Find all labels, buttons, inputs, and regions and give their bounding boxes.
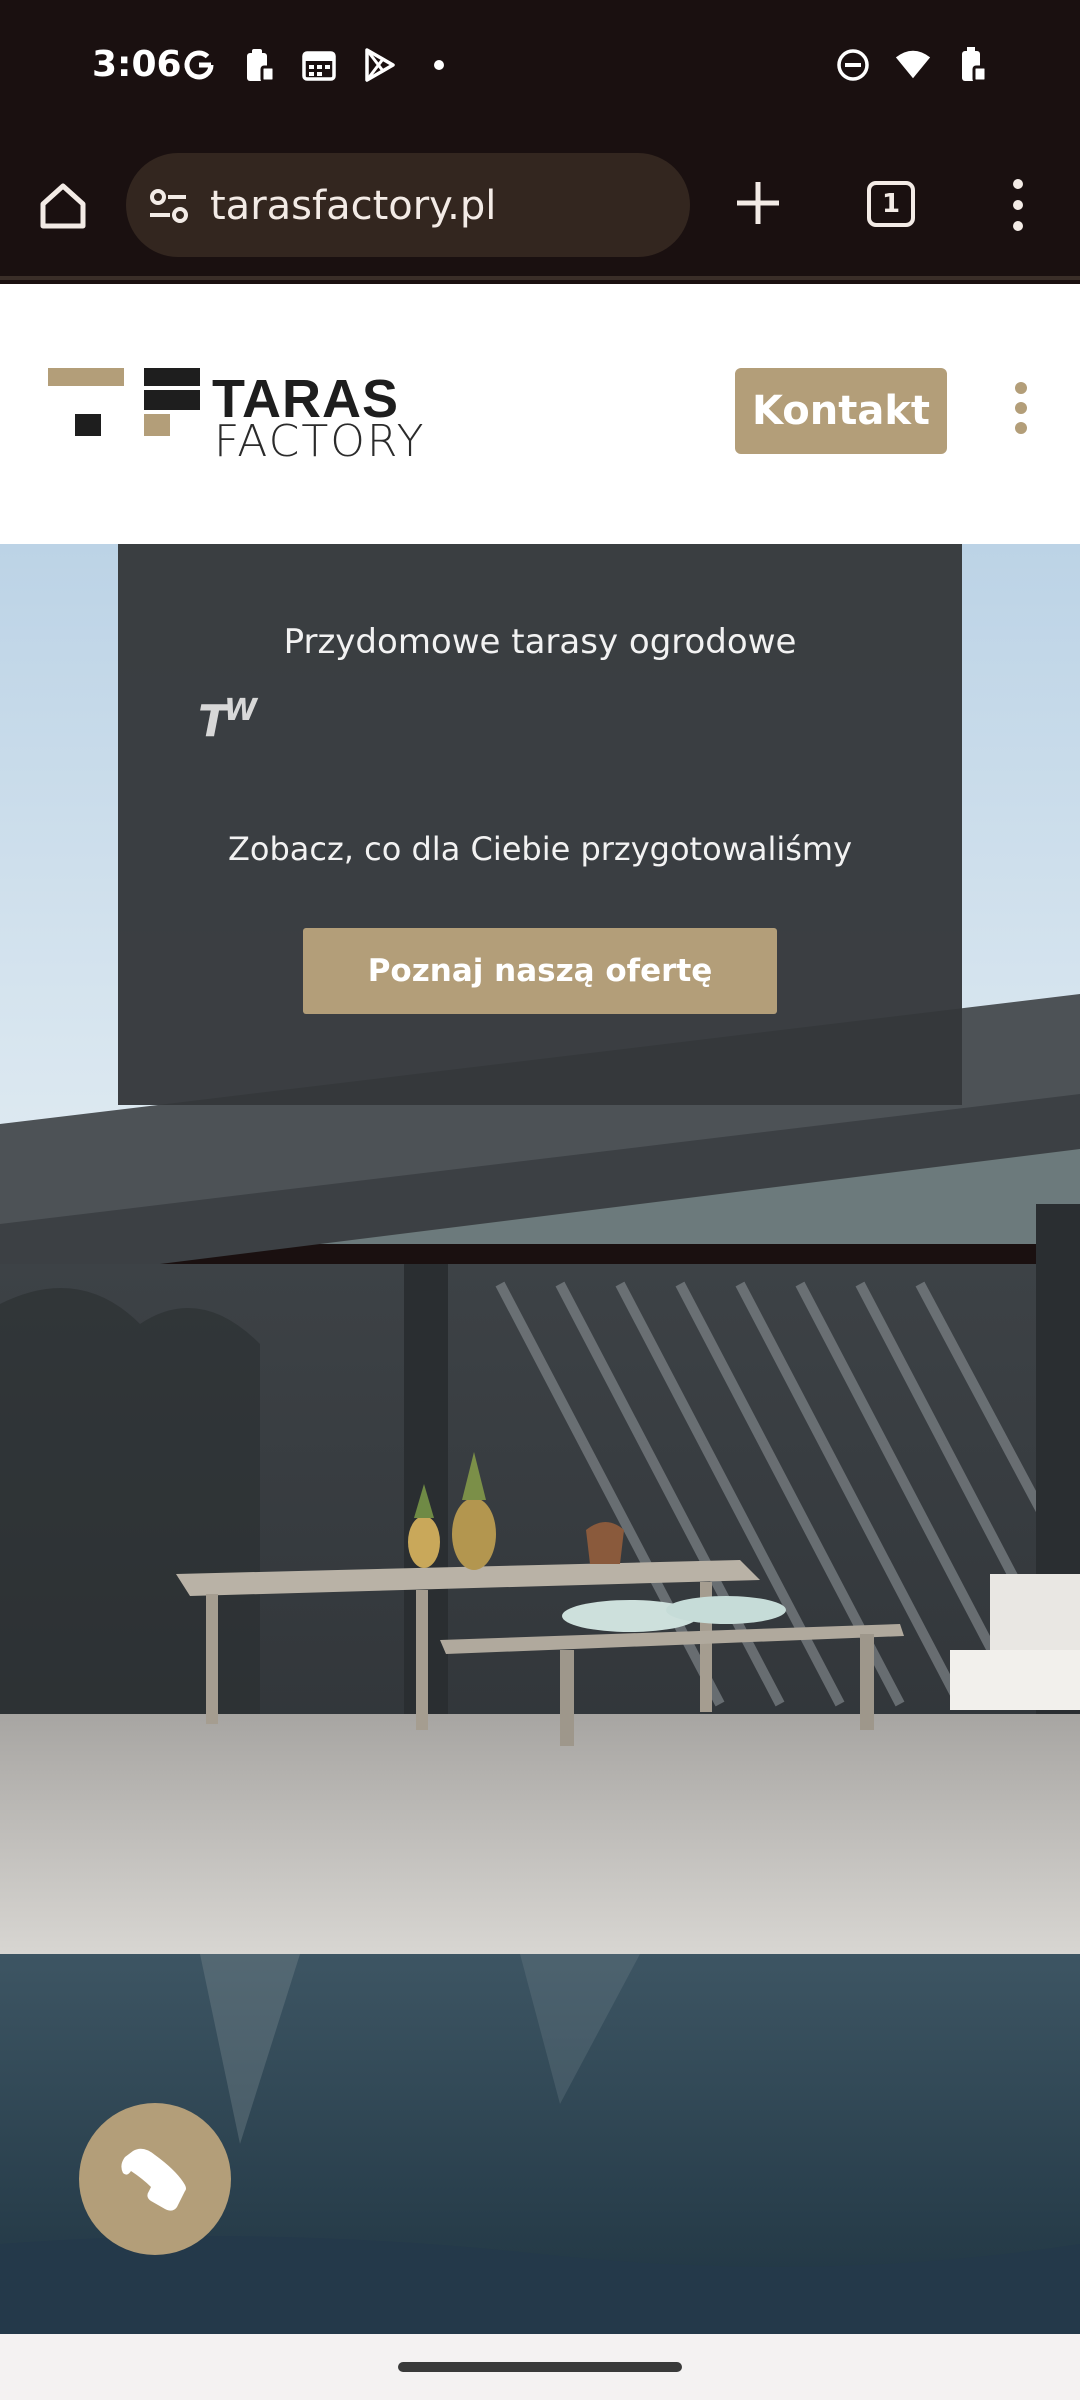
hero-subtitle: Zobacz, co dla Ciebie przygotowaliśmy [227, 830, 853, 868]
url-text: tarasfactory.pl [210, 183, 497, 229]
home-icon [40, 183, 86, 229]
browser-menu-button[interactable] [998, 175, 1038, 235]
hero-section: Przydomowe tarasy ogrodowe TW Zobacz, co… [0, 544, 1080, 2334]
site-menu-button[interactable] [1010, 382, 1032, 434]
wifi-icon [894, 46, 932, 84]
new-tab-button[interactable] [726, 171, 790, 235]
system-nav-bar [0, 2334, 1080, 2400]
screen: 3:06 tarasfactory.pl 1 TARAS FACTORY Kon… [0, 0, 1080, 2400]
clipboard-icon [240, 46, 278, 84]
phone-icon [121, 2148, 186, 2211]
logo[interactable]: TARAS FACTORY [48, 368, 423, 467]
status-bar: 3:06 [0, 0, 1080, 135]
hero-overlay-card: Przydomowe tarasy ogrodowe TW Zobacz, co… [118, 544, 962, 1105]
contact-button[interactable]: Kontakt [735, 368, 947, 454]
battery-icon [954, 46, 992, 84]
site-settings-icon[interactable] [146, 183, 192, 229]
status-time: 3:06 [92, 44, 182, 85]
status-icons-right [834, 46, 992, 84]
dot-icon [420, 46, 458, 84]
google-g-icon [180, 46, 218, 84]
home-button[interactable] [30, 173, 96, 239]
hero-title: Przydomowe tarasy ogrodowe [283, 622, 797, 662]
plus-icon [737, 182, 779, 224]
site-header: TARAS FACTORY Kontakt [0, 284, 1080, 544]
play-store-icon [360, 46, 398, 84]
offer-button[interactable]: Poznaj naszą ofertę [303, 928, 777, 1014]
call-button[interactable] [79, 2103, 231, 2255]
status-icons-left [180, 46, 458, 84]
address-bar[interactable]: tarasfactory.pl [126, 153, 690, 257]
logo-mark [48, 368, 124, 386]
home-gesture-handle[interactable] [398, 2362, 682, 2372]
browser-toolbar: tarasfactory.pl 1 [0, 135, 1080, 280]
calendar-icon [300, 46, 338, 84]
logo-text-factory: FACTORY [214, 416, 426, 467]
do-not-disturb-icon [834, 46, 872, 84]
tw-logo-icon: TW [198, 693, 258, 747]
tab-switcher-button[interactable]: 1 [867, 181, 915, 227]
